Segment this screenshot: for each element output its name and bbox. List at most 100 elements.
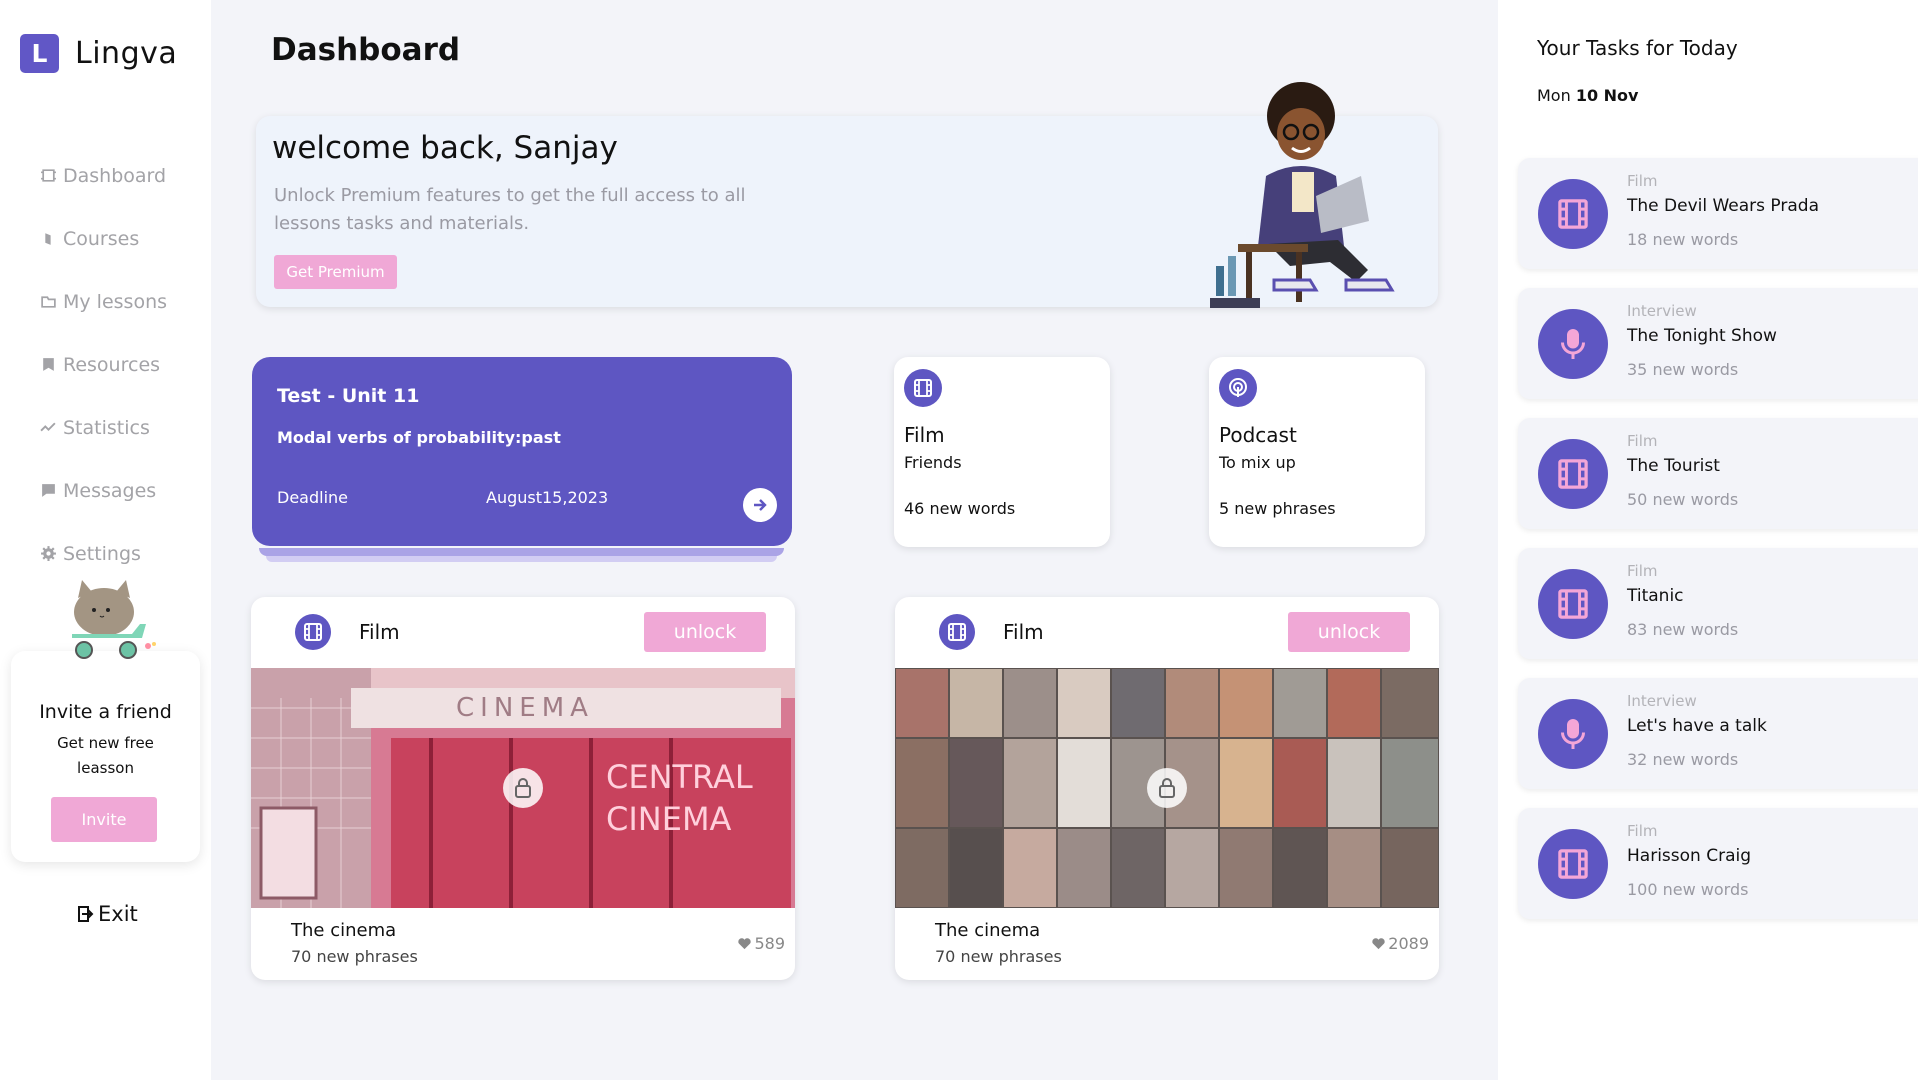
- heart-icon: [1372, 938, 1385, 950]
- film-card[interactable]: Film unlock CINEMA CENTRAL CINEMA The ci…: [251, 597, 795, 980]
- invite-button[interactable]: Invite: [51, 797, 157, 842]
- nav-label-settings: Settings: [63, 542, 141, 565]
- logo-name: Lingva: [75, 36, 178, 71]
- logo[interactable]: L Lingva: [20, 34, 177, 73]
- film-card-label: Film: [359, 620, 400, 644]
- vhs-covers-image: [895, 668, 1439, 908]
- unlock-button[interactable]: unlock: [644, 612, 766, 652]
- task-name: Let's have a talk: [1627, 716, 1767, 736]
- task-item[interactable]: Film The Devil Wears Prada 18 new words: [1518, 158, 1918, 269]
- task-category: Interview: [1627, 302, 1697, 320]
- welcome-text: Unlock Premium features to get the full …: [274, 185, 746, 234]
- task-name: The Devil Wears Prada: [1627, 196, 1819, 216]
- cat-illustration: [72, 580, 156, 659]
- welcome-title: welcome back, Sanjay: [272, 130, 618, 166]
- folder-icon: [41, 296, 56, 308]
- lock-icon: [503, 768, 543, 808]
- task-item[interactable]: Interview The Tonight Show 35 new words: [1518, 288, 1918, 399]
- cinema-image: CINEMA CENTRAL CINEMA: [251, 668, 795, 908]
- task-name: Harisson Craig: [1627, 846, 1751, 866]
- lock-icon: [1147, 768, 1187, 808]
- nav-label-messages: Messages: [63, 479, 157, 502]
- film-icon: [904, 369, 942, 407]
- likes-value: 2089: [1388, 934, 1429, 953]
- test-card-shadow-2: [266, 556, 777, 562]
- invite-card: Invite a friend Get new free leasson Inv…: [11, 651, 200, 862]
- film-card-title: The cinema: [935, 920, 1041, 941]
- logo-mark: L: [20, 34, 59, 73]
- tasks-date-value: 10 Nov: [1575, 86, 1639, 105]
- tasks-date: Mon 10 Nov: [1537, 86, 1638, 105]
- nav-label-dashboard: Dashboard: [63, 164, 167, 187]
- podcast-icon: [1219, 369, 1257, 407]
- likes-value: 589: [754, 934, 785, 953]
- neon-cinema-text: CINEMA: [606, 800, 732, 838]
- nav-item-messages[interactable]: Messages: [40, 459, 167, 522]
- test-subtitle: Modal verbs of probability:past: [277, 428, 561, 447]
- chart-icon: [40, 422, 56, 432]
- task-category: Film: [1627, 822, 1658, 840]
- task-category: Interview: [1627, 692, 1697, 710]
- tasks-panel-title: Your Tasks for Today: [1537, 36, 1738, 60]
- exit-label: Exit: [98, 902, 138, 926]
- podcast-card[interactable]: Podcast To mix up 5 new phrases: [1209, 357, 1425, 547]
- arrow-right-icon[interactable]: [743, 488, 777, 522]
- film-card-title: The cinema: [291, 920, 397, 941]
- task-category: Film: [1627, 172, 1658, 190]
- main-nav: Dashboard Courses My lessons Resources S…: [40, 144, 167, 585]
- film-icon: [1538, 829, 1608, 899]
- deadline-label: Deadline: [277, 488, 348, 507]
- main-content: Dashboard welcome back, Sanjay Unlock Pr…: [211, 0, 1498, 1080]
- test-title: Test - Unit 11: [277, 385, 420, 407]
- tasks-panel: Your Tasks for Today Mon 10 Nov Film The…: [1498, 0, 1918, 1080]
- film-card-label: Film: [1003, 620, 1044, 644]
- nav-item-dashboard[interactable]: Dashboard: [40, 144, 167, 207]
- microphone-icon: [1538, 699, 1608, 769]
- task-words: 83 new words: [1627, 620, 1739, 639]
- exit-button[interactable]: Exit: [76, 902, 138, 926]
- film-icon: [1538, 439, 1608, 509]
- invite-title: Invite a friend: [39, 701, 172, 723]
- film-card-subtitle: 70 new phrases: [935, 947, 1062, 966]
- unlock-button[interactable]: unlock: [1288, 612, 1410, 652]
- nav-label-courses: Courses: [63, 227, 140, 250]
- task-words: 50 new words: [1627, 490, 1739, 509]
- film-card[interactable]: Film unlock The cinema 70 new phrases 20…: [895, 597, 1439, 980]
- nav-item-courses[interactable]: Courses: [40, 207, 167, 270]
- heart-icon: [738, 938, 752, 950]
- film-card-subtitle: 70 new phrases: [291, 947, 418, 966]
- microphone-icon: [1538, 309, 1608, 379]
- task-words: 32 new words: [1627, 750, 1739, 769]
- test-card[interactable]: Test - Unit 11 Modal verbs of probabilit…: [252, 357, 792, 546]
- tasks-date-day: Mon: [1537, 86, 1571, 105]
- task-words: 35 new words: [1627, 360, 1739, 379]
- likes-count: 589: [737, 934, 785, 953]
- get-premium-button[interactable]: Get Premium: [274, 255, 397, 289]
- test-card-shadow-1: [259, 548, 784, 556]
- exit-icon: [78, 906, 94, 922]
- courses-icon: [45, 233, 51, 245]
- bookmark-icon: [43, 358, 54, 371]
- film-icon: [1538, 179, 1608, 249]
- task-words: 100 new words: [1627, 880, 1749, 899]
- nav-label-statistics: Statistics: [63, 416, 150, 439]
- task-category: Film: [1627, 432, 1658, 450]
- task-name: The Tonight Show: [1627, 326, 1777, 346]
- mini-card-count: 46 new words: [904, 499, 1016, 518]
- neon-central-text: CENTRAL: [606, 758, 753, 796]
- task-item[interactable]: Film Titanic 83 new words: [1518, 548, 1918, 659]
- nav-item-resources[interactable]: Resources: [40, 333, 167, 396]
- mini-card-subtitle: Friends: [904, 453, 962, 472]
- task-item[interactable]: Film The Tourist 50 new words: [1518, 418, 1918, 529]
- film-icon: [1538, 569, 1608, 639]
- task-item[interactable]: Film Harisson Craig 100 new words: [1518, 808, 1918, 919]
- dashboard-icon: [41, 169, 56, 182]
- mini-card-title: Film: [904, 423, 945, 447]
- nav-item-statistics[interactable]: Statistics: [40, 396, 167, 459]
- sidebar: L Lingva Dashboard Courses My lessons Re…: [0, 0, 211, 1080]
- nav-label-resources: Resources: [63, 353, 161, 376]
- task-category: Film: [1627, 562, 1658, 580]
- task-item[interactable]: Interview Let's have a talk 32 new words: [1518, 678, 1918, 789]
- nav-item-my-lessons[interactable]: My lessons: [40, 270, 167, 333]
- film-card-friends[interactable]: Film Friends 46 new words: [894, 357, 1110, 547]
